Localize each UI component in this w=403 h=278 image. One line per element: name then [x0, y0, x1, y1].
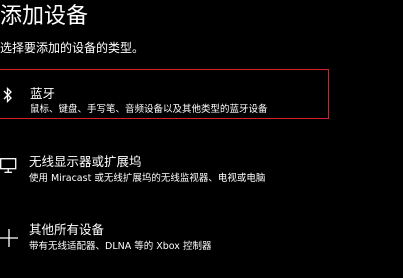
option-wireless-display-title: 无线显示器或扩展坞 [29, 154, 142, 169]
option-everything-else-description: 带有无线适配器、DLNA 等的 Xbox 控制器 [29, 241, 212, 252]
page-subtitle: 选择要添加的设备的类型。 [0, 41, 145, 55]
option-everything-else[interactable]: 其他所有设备 带有无线适配器、DLNA 等的 Xbox 控制器 [0, 219, 403, 269]
option-everything-else-title: 其他所有设备 [29, 222, 105, 237]
option-bluetooth[interactable]: 蓝牙 鼠标、键盘、手写笔、音频设备以及其他类型的蓝牙设备 [0, 69, 329, 119]
bluetooth-icon [3, 87, 12, 103]
option-wireless-display-description: 使用 Miracast 或无线扩展坞的无线监视器、电视或电脑 [29, 173, 266, 184]
monitor-icon [0, 158, 17, 173]
option-wireless-display[interactable]: 无线显示器或扩展坞 使用 Miracast 或无线扩展坞的无线监视器、电视或电脑 [0, 145, 403, 195]
page-title: 添加设备 [0, 4, 89, 29]
option-bluetooth-description: 鼠标、键盘、手写笔、音频设备以及其他类型的蓝牙设备 [30, 104, 268, 115]
option-bluetooth-title: 蓝牙 [30, 86, 56, 101]
plus-icon [0, 229, 18, 247]
